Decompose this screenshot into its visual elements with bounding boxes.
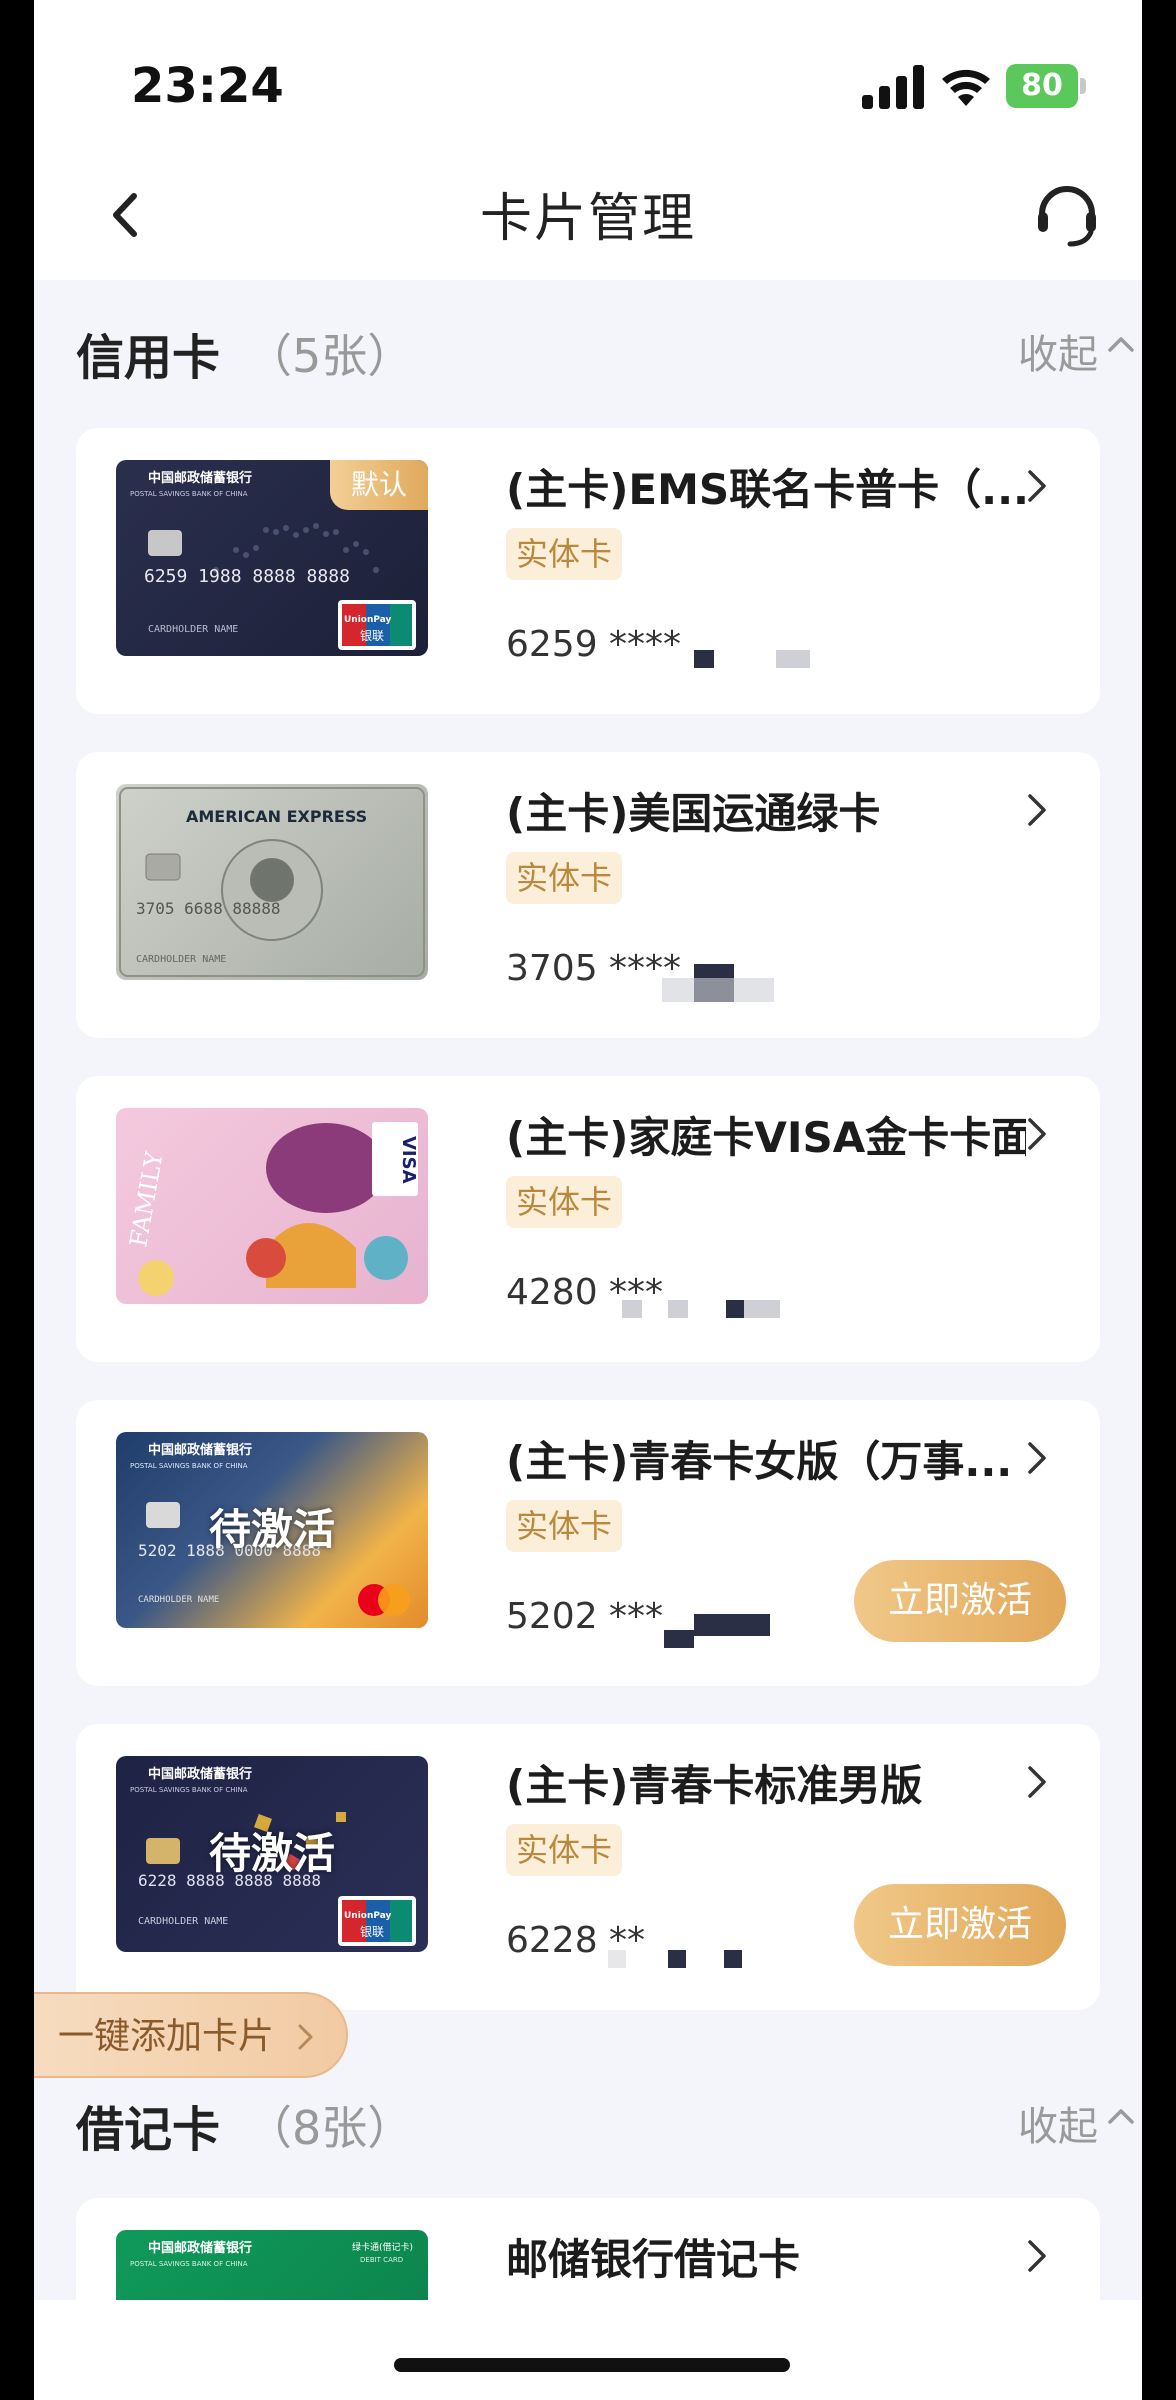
card-item[interactable]: 中国邮政储蓄银行 POSTAL SAVINGS BANK OF CHINA 62… xyxy=(76,1724,1100,2010)
card-face: AMERICAN EXPRESS 3705 6688 88888 CARDHOL… xyxy=(119,787,425,977)
card-type-tag: 实体卡 xyxy=(506,852,623,904)
masked-digits xyxy=(608,1950,626,1968)
masked-digits xyxy=(744,1300,780,1318)
status-bar: 23:24 80 xyxy=(34,0,1142,170)
card-number: 3705 **** xyxy=(506,948,682,989)
card-type-tag: 实体卡 xyxy=(506,1500,623,1552)
debit-section-count: （8张） xyxy=(246,2101,414,2155)
nav-bar: 卡片管理 xyxy=(34,150,1142,280)
debit-card-label: 绿卡通(借记卡) xyxy=(352,2241,413,2253)
cardholder-text: CARDHOLDER NAME xyxy=(148,624,238,635)
card-name: (主卡)青春卡标准男版 xyxy=(506,1761,923,1810)
chevron-up-icon[interactable] xyxy=(1106,330,1136,360)
masked-digits xyxy=(776,650,810,668)
chevron-right-icon[interactable] xyxy=(1024,2236,1050,2276)
card-type-tag: 实体卡 xyxy=(506,1176,623,1228)
amex-brand-text: AMERICAN EXPRESS xyxy=(186,807,367,826)
activate-now-button[interactable]: 立即激活 xyxy=(854,1560,1066,1642)
masked-digits xyxy=(668,1950,686,1968)
masked-digits xyxy=(662,978,774,1002)
masked-digits xyxy=(668,1300,688,1318)
card-face: FAMILY VISA xyxy=(124,1122,419,1296)
home-indicator[interactable] xyxy=(394,2358,790,2372)
masked-digits xyxy=(664,1630,694,1648)
card-type-tag: 实体卡 xyxy=(506,528,623,580)
card-image: 中国邮政储蓄银行 POSTAL SAVINGS BANK OF CHINA 52… xyxy=(116,1432,428,1628)
default-badge: 默认 xyxy=(330,460,428,510)
page-title: 卡片管理 xyxy=(479,189,696,249)
masked-digits xyxy=(694,1614,770,1636)
debit-section-title: 借记卡 xyxy=(76,2102,221,2158)
card-image: 中国邮政储蓄银行 POSTAL SAVINGS BANK OF CHINA 62… xyxy=(116,460,428,656)
activate-now-button[interactable]: 立即激活 xyxy=(854,1884,1066,1966)
card-item[interactable]: 中国邮政储蓄银行 POSTAL SAVINGS BANK OF CHINA 62… xyxy=(76,428,1100,714)
card-name: (主卡)家庭卡VISA金卡卡面 xyxy=(506,1113,1026,1162)
cardholder-text: CARDHOLDER NAME xyxy=(136,954,226,965)
card-item[interactable]: AMERICAN EXPRESS 3705 6688 88888 CARDHOL… xyxy=(76,752,1100,1038)
card-item[interactable]: FAMILY VISA (主卡)家庭卡VISA金卡卡面 实体卡 4280 *** xyxy=(76,1076,1100,1362)
bank-en-text: POSTAL SAVINGS BANK OF CHINA xyxy=(130,2260,248,2268)
chevron-right-icon[interactable] xyxy=(1024,1762,1050,1802)
card-image: 中国邮政储蓄银行 POSTAL SAVINGS BANK OF CHINA 62… xyxy=(116,1756,428,1952)
customer-service-icon[interactable] xyxy=(1034,174,1100,250)
chevron-right-icon[interactable] xyxy=(1024,466,1050,506)
battery-icon: 80 xyxy=(1006,64,1088,110)
masked-digits xyxy=(726,1300,744,1318)
card-item[interactable]: 中国邮政储蓄银行 POSTAL SAVINGS BANK OF CHINA 52… xyxy=(76,1400,1100,1686)
unionpay-cn-logo: 银联 xyxy=(360,629,384,643)
bank-en-text: POSTAL SAVINGS BANK OF CHINA xyxy=(130,490,248,498)
masked-digits xyxy=(724,1950,742,1968)
pending-activation-label: 待激活 xyxy=(208,1829,335,1878)
masked-digits xyxy=(622,1300,642,1318)
visa-logo: VISA xyxy=(398,1136,419,1184)
bank-name-text: 中国邮政储蓄银行 xyxy=(148,2240,252,2256)
screen: 23:24 80 卡片管理 信用卡 （5张） 收起 中国邮政储蓄银行 POSTA… xyxy=(34,0,1142,2400)
card-type-tag: 实体卡 xyxy=(506,1824,623,1876)
card-number: 5202 *** xyxy=(506,1596,664,1637)
card-image: AMERICAN EXPRESS 3705 6688 88888 CARDHOL… xyxy=(116,784,428,980)
status-time: 23:24 xyxy=(131,58,284,114)
card-image: FAMILY VISA xyxy=(116,1108,428,1304)
card-name: (主卡)青春卡女版（万事... xyxy=(506,1437,1013,1486)
add-card-label: 一键添加卡片 xyxy=(58,2016,275,2057)
signal-icon xyxy=(862,65,924,109)
chevron-right-icon xyxy=(298,2024,313,2050)
credit-section-count: （5张） xyxy=(246,329,414,383)
bank-name-text: 中国邮政储蓄银行 xyxy=(148,470,252,486)
family-text: FAMILY xyxy=(124,1148,168,1249)
debit-collapse-button[interactable]: 收起 xyxy=(1018,2094,1098,2152)
bottom-bar xyxy=(34,2300,1142,2400)
wifi-icon xyxy=(942,69,990,106)
card-emboss: 6259 1988 8888 8888 xyxy=(144,566,350,587)
credit-collapse-button[interactable]: 收起 xyxy=(1018,322,1098,380)
chevron-up-icon[interactable] xyxy=(1106,2102,1136,2132)
debit-section-header: 借记卡 （8张） 收起 xyxy=(76,2090,1136,2160)
card-emboss: 3705 6688 88888 xyxy=(136,899,281,918)
unionpay-logo: UnionPay xyxy=(344,615,392,625)
chevron-right-icon[interactable] xyxy=(1024,1114,1050,1154)
masked-digits xyxy=(694,650,714,668)
add-card-button[interactable]: 一键添加卡片 xyxy=(34,1992,348,2078)
card-name: (主卡)EMS联名卡普卡（... xyxy=(506,465,1026,514)
debit-card-en: DEBIT CARD xyxy=(360,2256,403,2264)
credit-section-title: 信用卡 xyxy=(76,330,221,386)
chevron-right-icon[interactable] xyxy=(1024,790,1050,830)
card-number: 6259 **** xyxy=(506,624,682,665)
chevron-right-icon[interactable] xyxy=(1024,1438,1050,1478)
card-name: (主卡)美国运通绿卡 xyxy=(506,789,881,838)
card-name: 邮储银行借记卡 xyxy=(506,2235,801,2284)
pending-activation-label: 待激活 xyxy=(208,1505,335,1554)
credit-section-header: 信用卡 （5张） 收起 xyxy=(76,318,1136,388)
battery-level: 80 xyxy=(1021,68,1063,103)
